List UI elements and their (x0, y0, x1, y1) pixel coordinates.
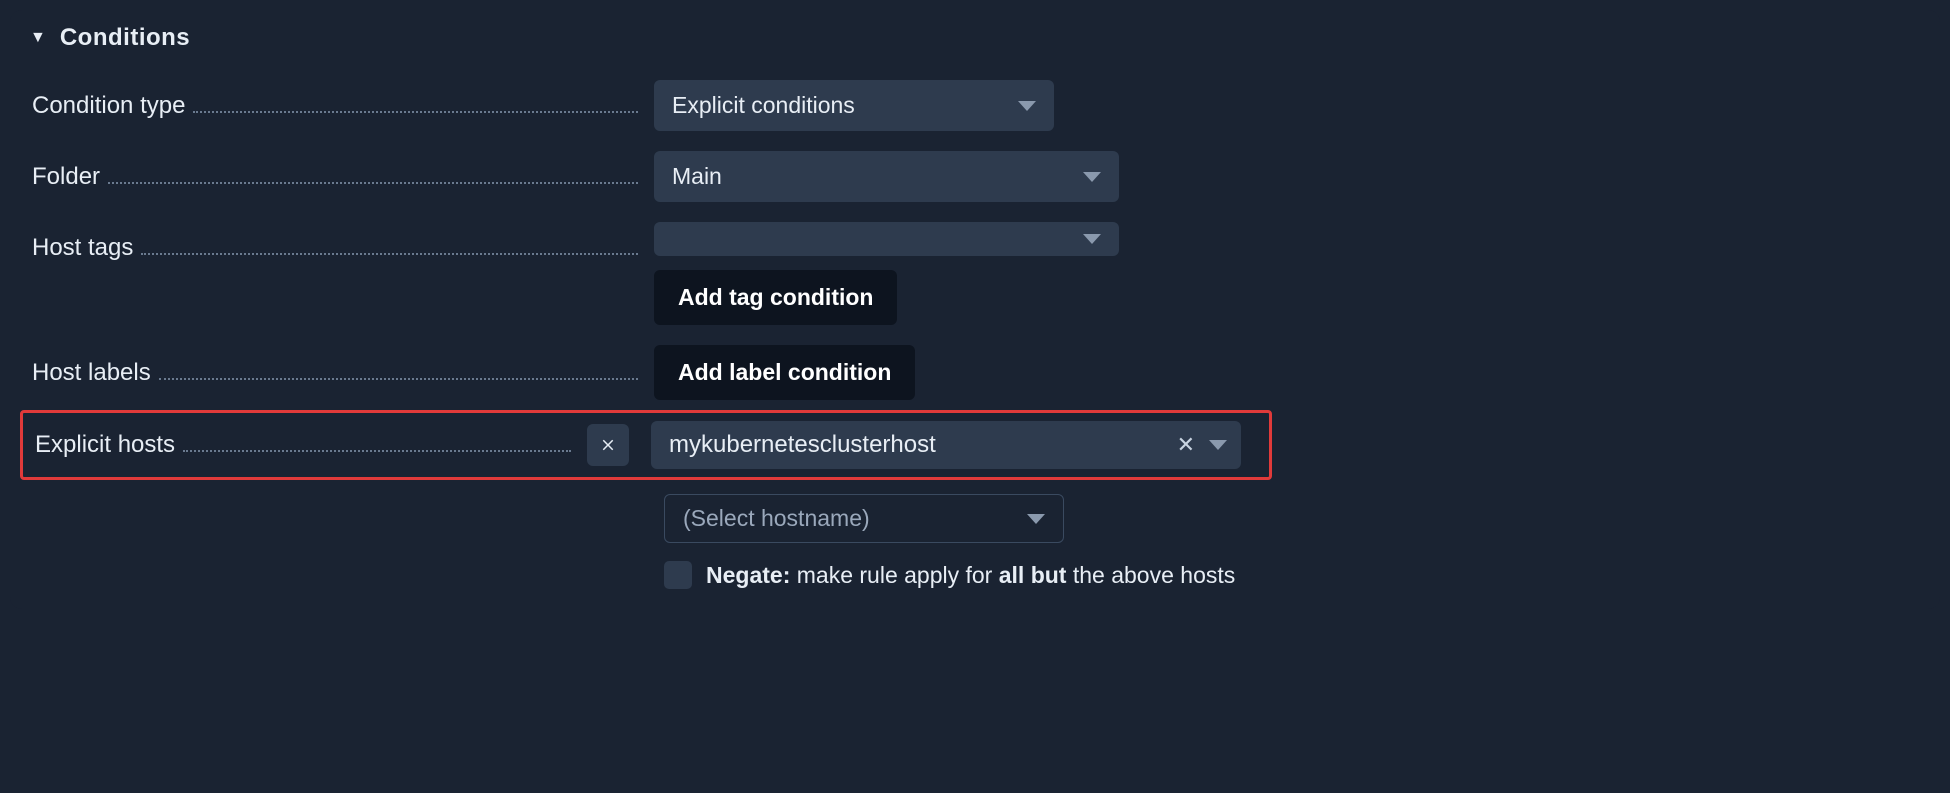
dotted-leader (159, 378, 638, 380)
explicit-hosts-extras: (Select hostname) Negate: make rule appl… (664, 494, 1926, 589)
label-explicit-hosts: Explicit hosts (35, 431, 183, 459)
remove-host-icon[interactable]: ✕ (1177, 432, 1195, 458)
hostname-add-select[interactable]: (Select hostname) (664, 494, 1064, 543)
dotted-leader (108, 182, 638, 184)
select-value: Explicit conditions (672, 92, 855, 119)
label-host-tags: Host tags (32, 234, 141, 262)
label-folder: Folder (32, 163, 108, 191)
value-wrap: Main (654, 151, 1926, 202)
value-wrap: Explicit conditions (654, 80, 1926, 131)
label-wrap: Folder (24, 163, 654, 191)
condition-type-select[interactable]: Explicit conditions (654, 80, 1054, 131)
hostname-placeholder: (Select hostname) (683, 505, 870, 532)
row-folder: Folder Main (24, 141, 1926, 212)
label-wrap: Condition type (24, 92, 654, 120)
host-tags-select[interactable] (654, 222, 1119, 256)
negate-desc-suffix: the above hosts (1066, 562, 1235, 588)
negate-desc-prefix: make rule apply for (790, 562, 998, 588)
label-wrap: Host labels (24, 359, 654, 387)
chevron-down-icon[interactable] (1209, 440, 1227, 450)
section-header[interactable]: ▼ Conditions (24, 18, 1926, 70)
chip-actions: ✕ (1177, 432, 1227, 458)
negate-text: Negate: make rule apply for all but the … (706, 562, 1235, 589)
negate-label: Negate: (706, 562, 790, 588)
chevron-down-icon (1083, 234, 1101, 244)
add-label-condition-button[interactable]: Add label condition (654, 345, 915, 400)
folder-select[interactable]: Main (654, 151, 1119, 202)
chevron-down-icon (1018, 101, 1036, 111)
dotted-leader (141, 253, 638, 255)
section-title: Conditions (60, 24, 190, 52)
add-tag-condition-button[interactable]: Add tag condition (654, 270, 897, 325)
conditions-panel: ▼ Conditions Condition type Explicit con… (10, 10, 1940, 609)
button-label: Add tag condition (678, 284, 873, 311)
value-wrap: Add tag condition (654, 222, 1926, 325)
button-label: Add label condition (678, 359, 891, 386)
label-wrap: Explicit hosts (27, 431, 587, 459)
host-chip-value: mykubernetesclusterhost (669, 431, 936, 459)
collapse-icon: ▼ (30, 29, 46, 47)
chevron-down-icon (1027, 514, 1045, 524)
remove-condition-button[interactable] (587, 424, 629, 466)
negate-row: Negate: make rule apply for all but the … (664, 561, 1235, 589)
select-value: Main (672, 163, 722, 190)
negate-desc-bold: all but (999, 562, 1067, 588)
host-chip[interactable]: mykubernetesclusterhost ✕ (651, 421, 1241, 469)
row-host-labels: Host labels Add label condition (24, 335, 1926, 410)
label-host-labels: Host labels (32, 359, 159, 387)
dotted-leader (183, 450, 571, 452)
row-condition-type: Condition type Explicit conditions (24, 70, 1926, 141)
row-host-tags: Host tags Add tag condition (24, 212, 1926, 335)
value-wrap: Add label condition (654, 345, 1926, 400)
label-wrap: Host tags (24, 222, 654, 262)
close-icon (599, 436, 617, 454)
label-condition-type: Condition type (32, 92, 193, 120)
chevron-down-icon (1083, 172, 1101, 182)
negate-checkbox[interactable] (664, 561, 692, 589)
row-explicit-hosts: Explicit hosts mykubernetesclusterhost ✕ (20, 410, 1272, 480)
dotted-leader (193, 111, 638, 113)
